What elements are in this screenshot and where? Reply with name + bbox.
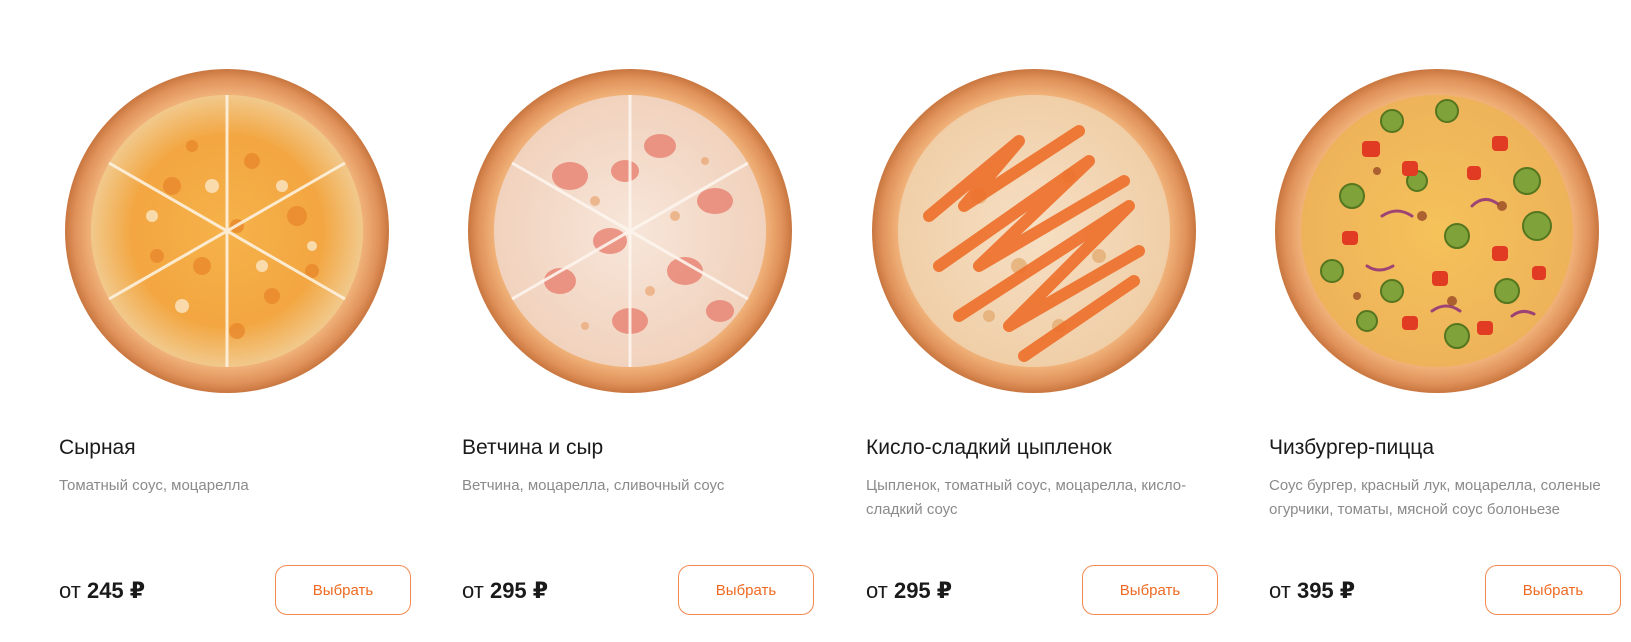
product-name[interactable]: Сырная (59, 436, 409, 460)
select-button[interactable]: Выбрать (678, 565, 814, 615)
product-card-cheese[interactable]: Сырная Томатный соус, моцарелла от 245 ₽… (59, 0, 411, 642)
select-button[interactable]: Выбрать (1082, 565, 1218, 615)
price-value: 245 ₽ (86, 578, 146, 603)
sweet-sour-chicken-pizza-icon[interactable] (869, 66, 1199, 396)
price-prefix: от (1269, 578, 1291, 603)
price-value: 395 ₽ (1296, 578, 1356, 603)
product-grid: Сырная Томатный соус, моцарелла от 245 ₽… (0, 0, 1631, 642)
product-price: от 245 ₽ (59, 578, 145, 604)
cheeseburger-pizza-icon[interactable] (1272, 66, 1602, 396)
product-name[interactable]: Чизбургер-пицца (1269, 436, 1619, 460)
product-card-sweet-sour-chicken[interactable]: Кисло-сладкий цыпленок Цыпленок, томатны… (866, 0, 1218, 642)
cheese-pizza-icon[interactable] (62, 66, 392, 396)
product-price: от 395 ₽ (1269, 578, 1355, 604)
product-description: Соус бургер, красный лук, моцарелла, сол… (1269, 477, 1601, 518)
select-button[interactable]: Выбрать (1485, 565, 1621, 615)
product-card-cheeseburger[interactable]: Чизбургер-пицца Соус бургер, красный лук… (1269, 0, 1621, 642)
product-name[interactable]: Кисло-сладкий цыпленок (866, 436, 1216, 460)
price-prefix: от (59, 578, 81, 603)
price-value: 295 ₽ (489, 578, 549, 603)
product-price: от 295 ₽ (462, 578, 548, 604)
product-description: Ветчина, моцарелла, сливочный соус (462, 477, 725, 494)
price-prefix: от (866, 578, 888, 603)
price-prefix: от (462, 578, 484, 603)
price-value: 295 ₽ (893, 578, 953, 603)
product-price: от 295 ₽ (866, 578, 952, 604)
product-description: Томатный соус, моцарелла (59, 477, 249, 494)
product-card-ham-cheese[interactable]: Ветчина и сыр Ветчина, моцарелла, сливоч… (462, 0, 814, 642)
product-name[interactable]: Ветчина и сыр (462, 436, 812, 460)
product-description: Цыпленок, томатный соус, моцарелла, кисл… (866, 477, 1187, 518)
select-button[interactable]: Выбрать (275, 565, 411, 615)
ham-cheese-pizza-icon[interactable] (465, 66, 795, 396)
